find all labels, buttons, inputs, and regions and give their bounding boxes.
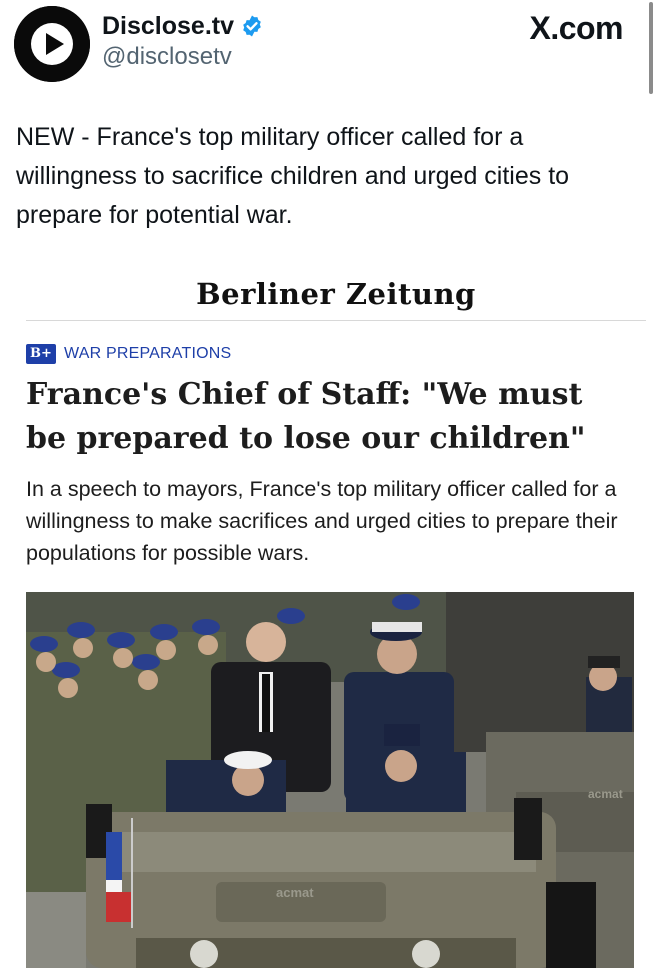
vehicle-brand-label-rear: acmat [588, 787, 623, 801]
display-name-row[interactable]: Disclose.tv [102, 11, 264, 41]
source-label: X.com [529, 10, 623, 46]
article-subheadline: In a speech to mayors, France's top mili… [26, 477, 618, 565]
category-row: B+ WAR PREPARATIONS [26, 343, 646, 365]
publication-name: Berliner Zeitung [196, 277, 476, 311]
play-logo-icon [14, 6, 90, 82]
display-name[interactable]: Disclose.tv [102, 11, 234, 41]
scrollbar[interactable] [649, 2, 653, 94]
handle[interactable]: @disclosetv [102, 43, 232, 71]
article-headline[interactable]: France's Chief of Staff: "We must be pre… [26, 373, 626, 461]
military-parade-photo: acmat acmat [26, 592, 634, 968]
article-photo[interactable]: acmat acmat [26, 592, 634, 968]
verified-badge-icon [243, 15, 261, 37]
category-label: WAR PREPARATIONS [64, 345, 232, 362]
article-card[interactable]: Berliner Zeitung B+ WAR PREPARATIONS Fra… [26, 268, 646, 569]
avatar[interactable] [14, 6, 90, 82]
vehicle-brand-label-front: acmat [276, 885, 314, 900]
publication-masthead: Berliner Zeitung [26, 268, 646, 320]
bplus-badge: B+ [26, 344, 56, 364]
tweet-text: NEW - France's top military officer call… [16, 123, 570, 229]
